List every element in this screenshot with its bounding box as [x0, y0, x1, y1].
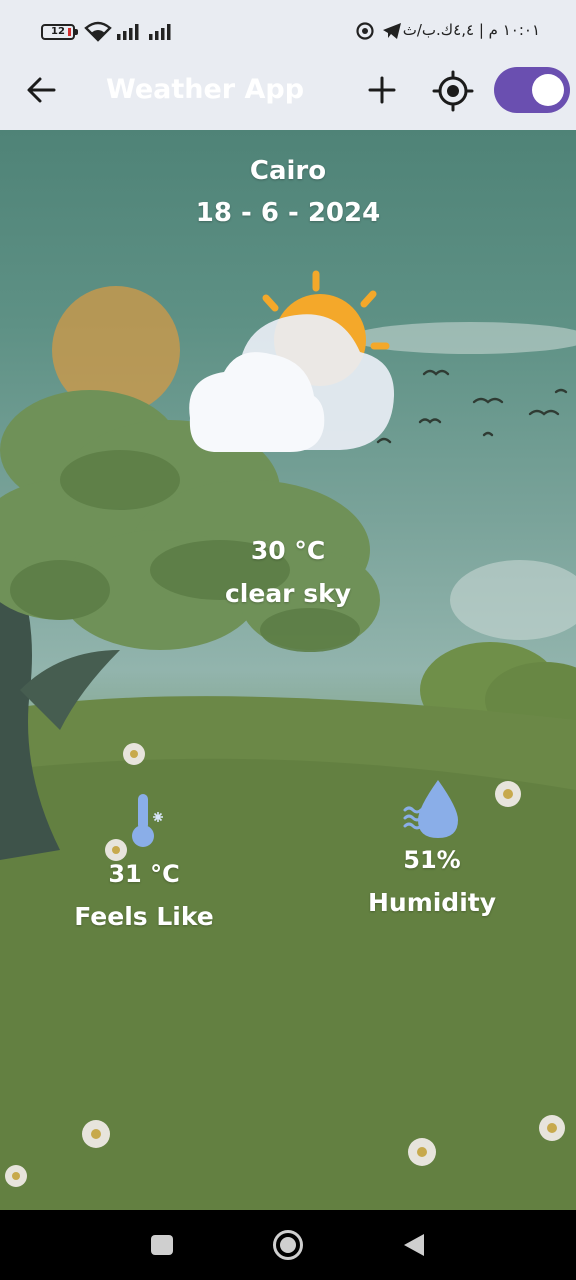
toggle-knob	[532, 74, 564, 106]
water-drop-icon	[403, 780, 458, 838]
recents-square-icon[interactable]	[150, 1234, 174, 1256]
gps-target-icon[interactable]	[432, 70, 474, 112]
battery-icon: 12	[41, 24, 78, 40]
humidity-label: Humidity	[367, 888, 497, 917]
plus-icon[interactable]	[366, 74, 398, 106]
weather-background: Cairo 18 - 6 - 2024 30 °C clear sky 31 °…	[0, 130, 576, 1210]
partly-cloudy-icon	[189, 270, 395, 452]
whatsapp-icon	[356, 22, 374, 40]
app-title: Weather App	[106, 74, 305, 105]
city-name: Cairo	[249, 156, 327, 186]
battery-level: 12	[51, 26, 65, 37]
humidity-value: 51%	[403, 846, 461, 874]
thermometer-icon	[132, 794, 163, 847]
system-nav-bar	[0, 1210, 576, 1280]
arrow-left-icon[interactable]	[24, 75, 58, 105]
app-bar: Weather App	[0, 60, 576, 130]
signal-icon	[117, 24, 139, 40]
signal-icon	[149, 24, 171, 40]
home-circle-icon[interactable]	[272, 1229, 304, 1261]
wifi-icon	[84, 21, 112, 42]
current-date: 18 - 6 - 2024	[195, 198, 381, 228]
telegram-icon	[383, 23, 401, 39]
theme-toggle[interactable]	[494, 67, 570, 113]
feels-like-value: 31 °C	[108, 860, 180, 888]
status-time: ١٠:٠١ م | ٤,٤ك.ب/ث	[402, 21, 540, 39]
status-bar: 12 ١٠:٠١ م | ٤,٤ك.ب/ث	[0, 0, 576, 60]
weather-description: clear sky	[224, 579, 352, 608]
temperature: 30 °C	[250, 536, 326, 565]
back-triangle-icon[interactable]	[402, 1232, 426, 1258]
feels-like-label: Feels Like	[74, 902, 214, 931]
